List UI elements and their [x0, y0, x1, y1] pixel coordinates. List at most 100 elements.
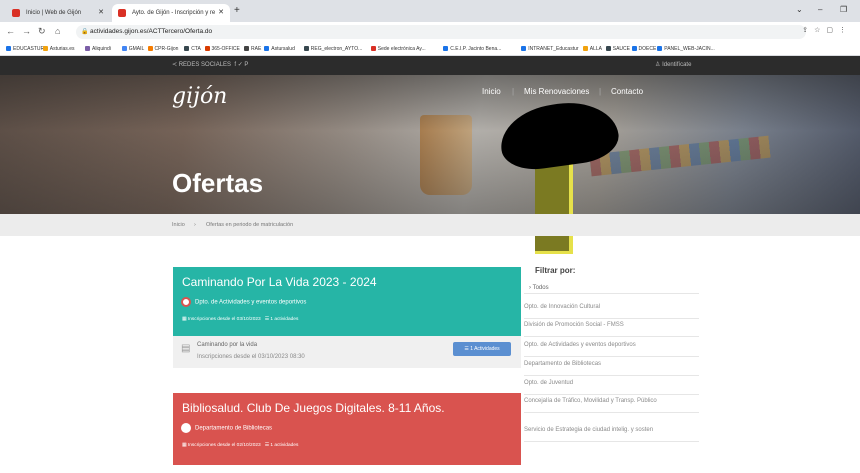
tab-title: Inicio | Web de Gijón — [26, 10, 82, 16]
bookmark-item[interactable]: SAUCE — [605, 42, 630, 55]
browser-toolbar-icons[interactable]: ⇪☆▢⋮ — [802, 26, 852, 34]
nav-inicio[interactable]: Inicio — [482, 87, 501, 96]
bookmark-item[interactable]: Sede electrónica Ay... — [370, 42, 426, 55]
bookmark-item[interactable]: 365-OFFICE — [204, 42, 240, 55]
social-links[interactable]: ≺ REDES SOCIALES f ✓ P — [172, 56, 248, 75]
bookmark-item[interactable]: Astursalud — [264, 42, 295, 55]
sports-icon — [181, 297, 191, 307]
activities-button[interactable]: ☰ 1 Actividades — [453, 342, 511, 356]
offer-meta: ▦ Inscripciones desde el 03/10/2023 ☰ 1 … — [182, 317, 299, 322]
breadcrumb-inicio[interactable]: Inicio — [172, 214, 185, 236]
login-link[interactable]: ♙ Identifícate — [655, 56, 691, 75]
bookmark-favicon-icon — [204, 46, 210, 51]
offer-card-header[interactable]: Caminando Por La Vida 2023 - 2024 Dpto. … — [173, 267, 521, 336]
bookmark-favicon-icon — [521, 46, 527, 51]
offer-department: Departamento de Bibliotecas — [181, 423, 272, 433]
activity-row: ▤ Caminando por la vida Inscripciones de… — [173, 336, 521, 368]
offer-card: Bibliosalud. Club De Juegos Digitales. 8… — [173, 393, 521, 465]
bookmark-favicon-icon — [443, 46, 449, 51]
filter-item-todos[interactable]: › Todos — [524, 284, 699, 294]
url-input[interactable]: 🔒 actividades.gijon.es/ACTTercero/Oferta… — [76, 25, 806, 39]
new-tab-icon[interactable]: + — [234, 5, 240, 16]
bookmark-item[interactable]: CTA — [184, 42, 201, 55]
login-label: Identifícate — [662, 62, 692, 68]
url-text: actividades.gijon.es/ACTTercero/Oferta.d… — [90, 28, 213, 35]
bookmark-item[interactable]: RAE — [244, 42, 261, 55]
bookmark-favicon-icon — [657, 46, 663, 51]
offer-card: Caminando Por La Vida 2023 - 2024 Dpto. … — [173, 267, 521, 368]
filter-item[interactable]: Servicio de Estrategia de ciudad intelig… — [524, 426, 699, 442]
page-title: Ofertas — [172, 168, 264, 198]
filter-item[interactable]: División de Promoción Social - FMSS — [524, 321, 699, 337]
bookmark-favicon-icon — [303, 46, 309, 51]
site-logo[interactable]: gijón — [172, 84, 227, 109]
site-top-bar: ≺ REDES SOCIALES f ✓ P ♙ Identifícate — [0, 56, 860, 75]
tab-close-icon[interactable]: ✕ — [218, 4, 224, 22]
back-icon[interactable]: ← — [6, 26, 15, 36]
browser-tab-inicio[interactable]: Inicio | Web de Gijón ✕ — [6, 4, 110, 22]
calendar-icon: ▦ — [182, 443, 187, 448]
maximize-icon[interactable]: ❐ — [840, 5, 847, 14]
bookmark-favicon-icon — [244, 46, 249, 51]
lock-icon: 🔒 — [81, 29, 89, 35]
tab-favicon-icon — [12, 9, 20, 17]
bookmark-favicon-icon — [184, 46, 190, 51]
offer-title[interactable]: Bibliosalud. Club De Juegos Digitales. 8… — [182, 401, 445, 415]
minimize-icon[interactable]: – — [818, 5, 822, 14]
hero-banner — [0, 75, 860, 214]
bookmark-item[interactable]: ALLA — [582, 42, 602, 55]
bookmark-favicon-icon — [605, 46, 611, 51]
browser-tab-ayto[interactable]: Ayto. de Gijón - Inscripción y re ✕ — [112, 4, 230, 22]
bookmark-favicon-icon — [582, 46, 588, 51]
activity-name[interactable]: Caminando por la vida — [197, 342, 257, 348]
bookmark-item[interactable]: INTRANET_Educastur — [521, 42, 579, 55]
document-icon: ▤ — [181, 343, 191, 354]
bookmark-item[interactable]: PANEL_WEB-JACIN... — [657, 42, 715, 55]
bookmark-item[interactable]: DOECE — [631, 42, 656, 55]
bookmark-item[interactable]: Aliquindi — [85, 42, 111, 55]
bookmark-item[interactable]: GMAIL — [121, 42, 144, 55]
bookmark-item[interactable]: Asturias.es — [42, 42, 74, 55]
offer-title[interactable]: Caminando Por La Vida 2023 - 2024 — [182, 275, 377, 289]
offer-card-header[interactable]: Bibliosalud. Club De Juegos Digitales. 8… — [173, 393, 521, 465]
bookmark-item[interactable]: REG_electron_AYTO... — [303, 42, 362, 55]
social-label: REDES SOCIALES — [178, 62, 232, 68]
bookmark-item[interactable]: CPR-Gijon — [147, 42, 178, 55]
activity-date: Inscripciones desde el 03/10/2023 08:30 — [197, 354, 305, 360]
home-icon[interactable]: ⌂ — [55, 26, 60, 36]
bookmark-favicon-icon — [264, 46, 270, 51]
list-icon: ☰ — [264, 317, 270, 322]
calendar-icon: ▦ — [182, 317, 187, 322]
user-icon: ♙ — [655, 62, 661, 68]
bookmark-favicon-icon — [121, 46, 127, 51]
bookmarks-bar: EDUCASTUR Asturias.es Aliquindi GMAIL CPR-Gi… — [0, 42, 860, 56]
filter-title: Filtrar por: — [535, 266, 576, 275]
browser-tab-bar: Inicio | Web de Gijón ✕ Ayto. de Gijón -… — [0, 0, 860, 22]
nav-mis-renovaciones[interactable]: Mis Renovaciones — [524, 87, 589, 96]
address-bar-row: ← → ↻ ⌂ 🔒 actividades.gijon.es/ACTTercer… — [0, 22, 860, 42]
tab-title: Ayto. de Gijón - Inscripción y re — [132, 10, 216, 16]
filter-item[interactable]: Opto. de Actividades y eventos deportivo… — [524, 341, 699, 357]
bookmark-favicon-icon — [42, 46, 48, 51]
nav-contacto[interactable]: Contacto — [611, 87, 643, 96]
filter-item[interactable]: Opto. de Innovación Cultural — [524, 303, 699, 319]
filter-item[interactable]: Opto. de Juventud — [524, 379, 699, 395]
breadcrumb-current: Ofertas en periodo de matriculación — [206, 222, 294, 228]
breadcrumb: Inicio › Ofertas en periodo de matricula… — [0, 214, 860, 236]
bookmark-favicon-icon — [85, 46, 90, 51]
share-icon: ≺ — [172, 62, 178, 68]
forward-icon[interactable]: → — [22, 26, 31, 36]
tab-search-icon[interactable]: ⌄ — [796, 5, 803, 14]
bookmark-favicon-icon — [370, 46, 376, 51]
reload-icon[interactable]: ↻ — [38, 26, 46, 37]
tab-close-icon[interactable]: ✕ — [98, 4, 104, 22]
bookmark-favicon-icon — [147, 46, 153, 51]
filter-item[interactable]: Departamento de Bibliotecas — [524, 360, 699, 376]
bookmark-favicon-icon — [631, 46, 637, 51]
offer-meta: ▦ Inscripciones desde el 02/10/2023 ☰ 1 … — [182, 443, 299, 448]
bookmark-item[interactable]: EDUCASTUR — [6, 42, 44, 55]
bookmark-favicon-icon — [6, 46, 11, 51]
filter-item[interactable]: Concejalía de Tráfico, Movilidad y Trans… — [524, 397, 699, 413]
library-icon — [181, 423, 191, 433]
bookmark-item[interactable]: C.E.I.P. Jacinto Bena... — [443, 42, 501, 55]
